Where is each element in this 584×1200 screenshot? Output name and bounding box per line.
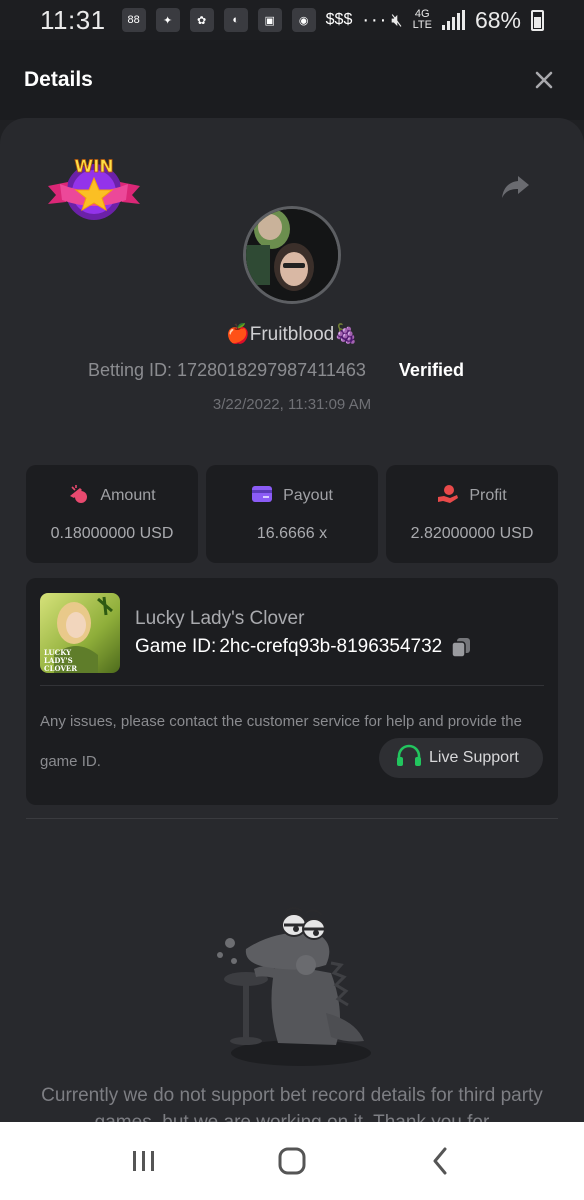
- live-support-label: Live Support: [429, 749, 519, 766]
- back-icon[interactable]: [420, 1141, 460, 1181]
- game-name: Lucky Lady's Clover: [135, 608, 305, 629]
- headset-icon: [396, 744, 422, 773]
- lte-icon: 4G LTE: [412, 8, 432, 31]
- stat-value: 0.18000000 USD: [50, 525, 174, 542]
- game-id-label: Game ID:: [135, 636, 217, 657]
- crocodile-illustration-icon: [206, 903, 376, 1068]
- battery-icon: [531, 9, 544, 31]
- payout-icon: [251, 485, 273, 508]
- stat-label: Amount: [100, 487, 156, 504]
- live-support-button[interactable]: Live Support: [379, 738, 543, 778]
- betting-id: Betting ID: 1728018297987411463: [88, 360, 366, 380]
- stats-row: Amount 0.18000000 USD Payout 16.6666 x P…: [26, 465, 558, 563]
- flower-app-icon: ✿: [189, 8, 214, 32]
- mute-icon: 🔇︎: [391, 9, 403, 30]
- stat-label: Profit: [469, 487, 507, 504]
- stat-value: 2.82000000 USD: [410, 525, 534, 542]
- share-icon[interactable]: [500, 174, 530, 200]
- details-header: Details: [0, 40, 584, 120]
- battery-percent: 68%: [474, 6, 521, 33]
- mascot-app-icon: ✦: [155, 8, 180, 32]
- close-icon[interactable]: [524, 60, 564, 100]
- notification-icons: 88 ✦ ✿ ◐ ▣ ◉ $$$ ···: [121, 8, 389, 32]
- bet-datetime: 3/22/2022, 11:31:09 AM: [212, 396, 372, 413]
- card-divider: [40, 685, 544, 686]
- game-id-row: Game ID: 2hc-crefq93b-8196354732: [135, 636, 472, 658]
- game-thumbnail-title: LUCKY LADY'S CLOVER: [44, 648, 78, 673]
- home-icon[interactable]: [272, 1141, 312, 1181]
- cash-app-text: $$$: [325, 11, 353, 28]
- page-title: Details: [24, 68, 93, 91]
- game-card: LUCKY LADY'S CLOVER Lucky Lady's Clover …: [26, 578, 558, 805]
- details-sheet: WIN 🍎Fruitblood🍇 Betting ID: 17280182979…: [0, 118, 584, 1128]
- betting-id-row: Betting ID: 1728018297987411463 Verified: [88, 360, 464, 381]
- game-id-value: 2hc-crefq93b-8196354732: [219, 636, 443, 657]
- copy-icon[interactable]: [450, 636, 472, 658]
- system-icons: 🔇︎ 4G LTE 68%: [391, 7, 544, 34]
- palette-app-icon: ◐: [223, 8, 248, 32]
- stat-payout: Payout 16.6666 x: [206, 465, 378, 563]
- game-thumbnail[interactable]: LUCKY LADY'S CLOVER: [40, 593, 120, 673]
- win-badge-text: WIN: [74, 157, 113, 177]
- stat-value: 16.6666 x: [256, 525, 328, 542]
- stat-label: Payout: [283, 487, 333, 504]
- more-notifications-icon: ···: [362, 8, 389, 31]
- slots-app-icon: 88: [121, 8, 146, 32]
- profit-icon: [437, 484, 459, 509]
- game-app-icon: ▣: [257, 8, 282, 32]
- recent-apps-icon[interactable]: [124, 1141, 164, 1181]
- signal-icon: [441, 10, 465, 30]
- android-nav-bar: [0, 1122, 584, 1200]
- win-badge-icon: WIN: [46, 152, 142, 224]
- stat-amount: Amount 0.18000000 USD: [26, 465, 198, 563]
- username: 🍎Fruitblood🍇: [226, 324, 358, 345]
- game2-app-icon: ◉: [291, 8, 316, 32]
- status-bar: 11:31 88 ✦ ✿ ◐ ▣ ◉ $$$ ··· 🔇︎ 4G LTE 68%: [0, 0, 584, 40]
- section-divider: [26, 818, 558, 819]
- stat-profit: Profit 2.82000000 USD: [386, 465, 558, 563]
- status-time: 11:31: [40, 4, 106, 35]
- verified-badge[interactable]: Verified: [399, 360, 464, 381]
- avatar: [243, 206, 341, 304]
- amount-icon: [68, 484, 90, 509]
